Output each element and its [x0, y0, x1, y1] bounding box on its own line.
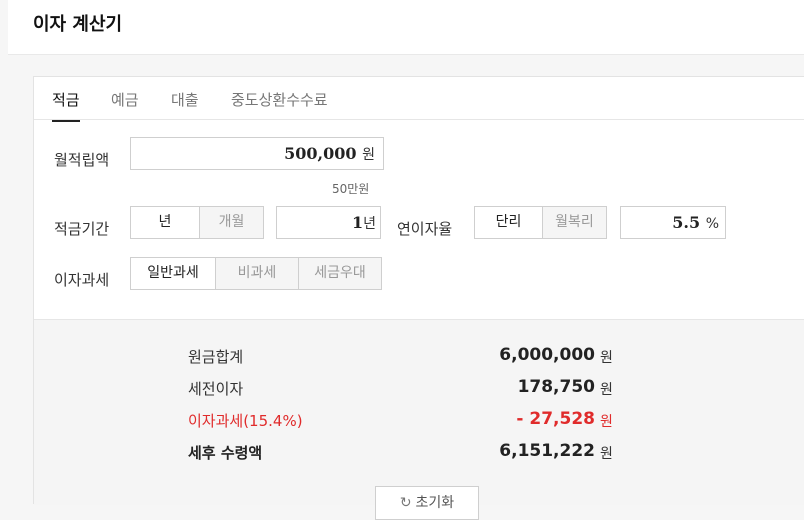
- result-unit-net: 원: [600, 446, 613, 462]
- result-value-net: 6,151,222: [499, 441, 595, 461]
- page-header: 이자 계산기: [8, 0, 804, 55]
- rate-type-simple[interactable]: 단리: [475, 207, 542, 238]
- reset-button[interactable]: ↻ 초기화: [375, 486, 479, 520]
- result-label-pretax-interest: 세전이자: [188, 380, 244, 398]
- rate-label: 연이자율: [397, 220, 453, 238]
- rate-type-compound[interactable]: 월복리: [542, 207, 606, 238]
- tax-label: 이자과세: [54, 271, 110, 289]
- monthly-deposit-label: 월적립액: [54, 151, 110, 169]
- period-input[interactable]: 1년: [276, 206, 381, 239]
- period-unit-selector: 년 개월: [130, 206, 264, 239]
- rate-unit: %: [705, 216, 719, 232]
- results-section: 원금합계 6,000,000 원 세전이자 178,750 원 이자과세(15.…: [34, 319, 804, 520]
- monthly-deposit-hint: 50만원: [332, 182, 370, 196]
- monthly-deposit-unit: 원: [362, 147, 375, 163]
- tab-savings[interactable]: 적금: [52, 89, 80, 122]
- rate-input[interactable]: 5.5 %: [620, 206, 726, 239]
- calculator-panel: 적금 예금 대출 중도상환수수료 월적립액 500,000 원 50만원 적금기…: [33, 76, 804, 520]
- tax-type-selector: 일반과세 비과세 세금우대: [130, 257, 382, 290]
- result-label-principal: 원금합계: [188, 348, 244, 366]
- result-label-net: 세후 수령액: [188, 444, 263, 462]
- reset-button-label: 초기화: [415, 495, 455, 511]
- period-label: 적금기간: [54, 220, 110, 238]
- period-unit-month[interactable]: 개월: [199, 207, 263, 238]
- monthly-deposit-value: 500,000: [284, 144, 357, 163]
- result-label-tax: 이자과세(15.4%): [188, 412, 303, 430]
- rate-value: 5.5: [672, 213, 701, 232]
- tab-loan[interactable]: 대출: [171, 89, 199, 110]
- calculator-tabs: 적금 예금 대출 중도상환수수료: [34, 77, 804, 122]
- result-unit-tax: 원: [600, 414, 613, 430]
- result-value-tax: - 27,528: [516, 409, 595, 429]
- result-value-pretax-interest: 178,750: [517, 377, 595, 397]
- result-unit-pretax-interest: 원: [600, 382, 613, 398]
- period-unit: 년: [363, 216, 376, 232]
- tax-general[interactable]: 일반과세: [131, 258, 215, 289]
- tax-exempt[interactable]: 비과세: [215, 258, 298, 289]
- result-value-principal: 6,000,000: [499, 345, 595, 365]
- refresh-icon: ↻: [399, 495, 412, 511]
- period-value: 1: [351, 213, 364, 232]
- result-unit-principal: 원: [600, 350, 613, 366]
- tax-preferential[interactable]: 세금우대: [298, 258, 381, 289]
- rate-type-selector: 단리 월복리: [474, 206, 607, 239]
- monthly-deposit-input[interactable]: 500,000 원: [130, 137, 384, 170]
- tab-deposit[interactable]: 예금: [111, 89, 139, 110]
- page-title: 이자 계산기: [33, 14, 123, 35]
- period-unit-year[interactable]: 년: [131, 207, 199, 238]
- tab-prepayment-fee[interactable]: 중도상환수수료: [231, 89, 328, 110]
